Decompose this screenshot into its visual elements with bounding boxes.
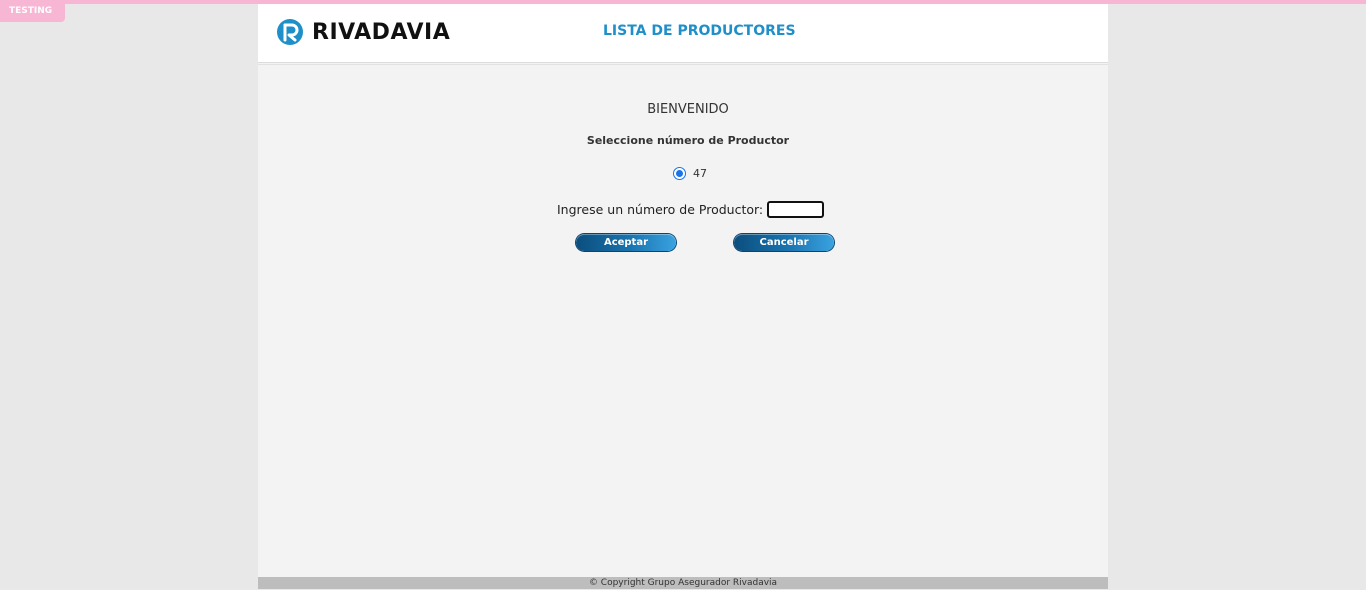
productor-radio-label: 47 [693,167,707,180]
header: RIVADAVIA LISTA DE PRODUCTORES [258,4,1108,63]
page-container: RIVADAVIA LISTA DE PRODUCTORES BIENVENID… [258,4,1108,589]
logo-text: RIVADAVIA [312,19,451,45]
productor-radio-button[interactable] [673,167,686,180]
productor-number-input[interactable] [767,201,825,218]
productor-input-label: Ingrese un número de Productor: [557,202,764,217]
environment-badge: TESTING [0,0,65,22]
accept-button[interactable]: Aceptar [576,234,676,251]
select-productor-label: Seleccione número de Productor [586,134,790,147]
welcome-heading: BIENVENIDO [647,102,729,117]
footer-copyright: © Copyright Grupo Asegurador Rivadavia [258,577,1108,589]
page-title: LISTA DE PRODUCTORES [603,23,796,39]
cancel-button[interactable]: Cancelar [734,234,834,251]
header-divider [258,64,1108,65]
logo: RIVADAVIA [276,17,450,47]
productor-radio-option[interactable]: 47 [673,167,707,180]
rivadavia-logo-icon [277,19,303,45]
productor-input-row: Ingrese un número de Productor: [557,201,825,218]
